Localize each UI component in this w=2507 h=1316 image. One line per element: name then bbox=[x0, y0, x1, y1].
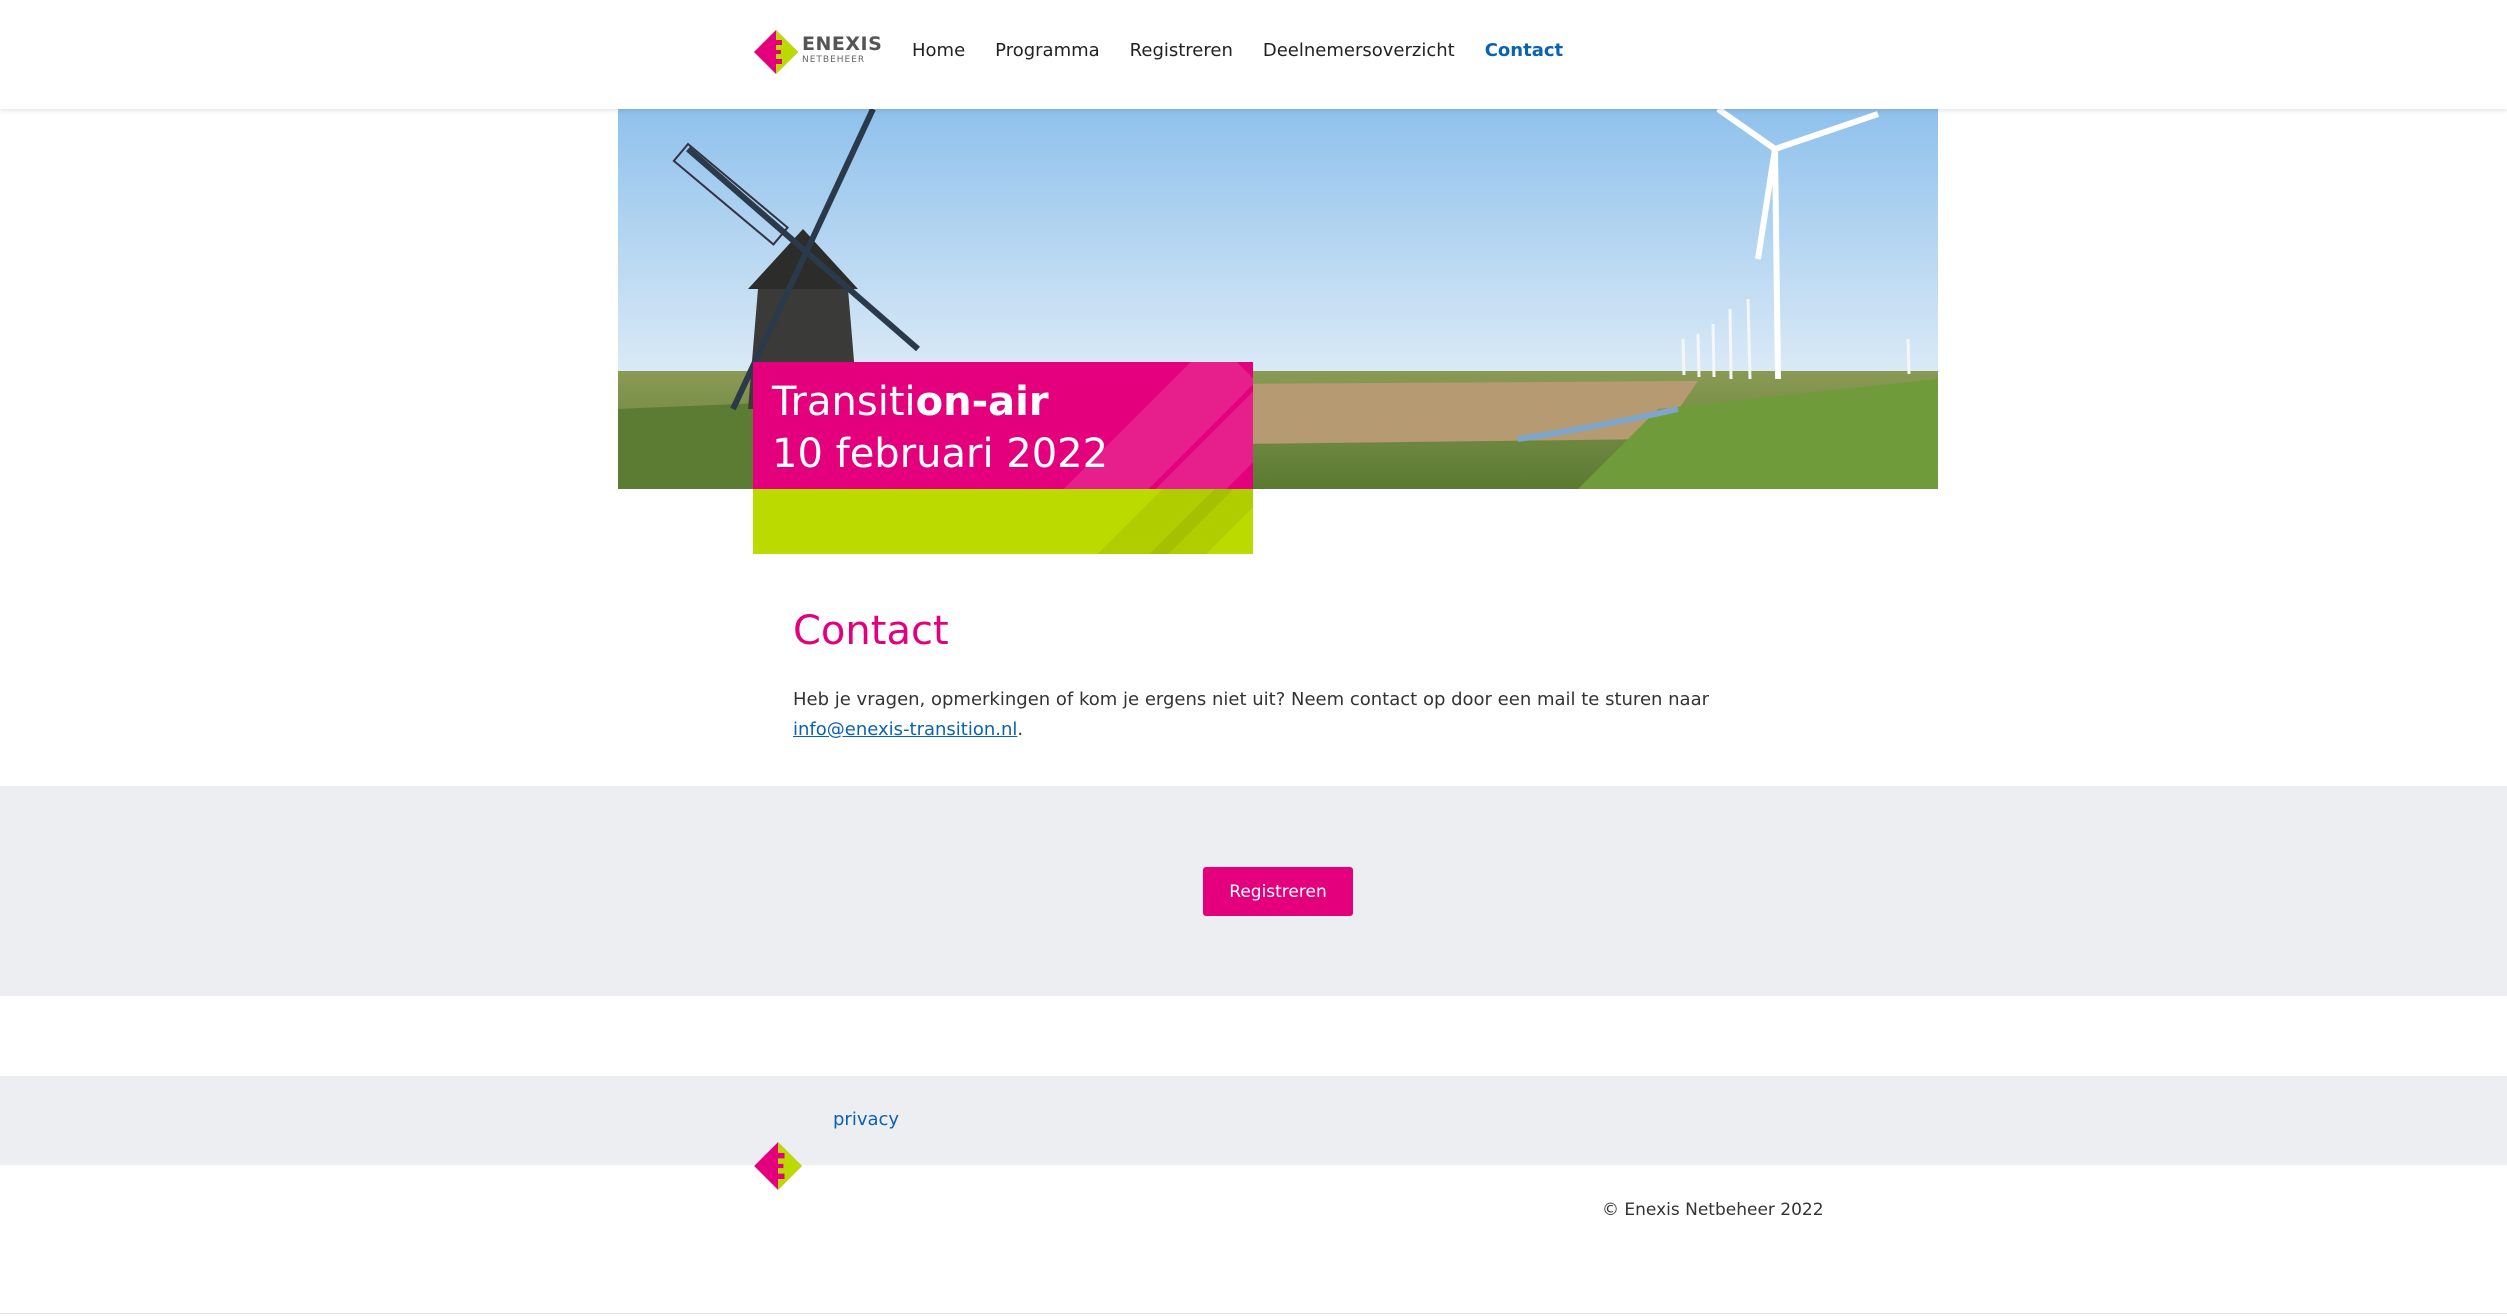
enexis-diamond-icon bbox=[754, 30, 798, 74]
contact-text: Heb je vragen, opmerkingen of kom je erg… bbox=[793, 689, 1710, 740]
bottom-divider bbox=[0, 1313, 2507, 1314]
page: ENEXIS NETBEHEER Home Programma Registre… bbox=[0, 0, 2507, 1316]
page-title: Contact bbox=[793, 608, 949, 654]
event-badge: Transition-air 10 februari 2022 bbox=[753, 362, 1253, 489]
event-date: 10 februari 2022 bbox=[772, 431, 1109, 477]
enexis-logo[interactable]: ENEXIS NETBEHEER bbox=[752, 28, 882, 78]
nav-deelnemersoverzicht[interactable]: Deelnemersoverzicht bbox=[1263, 40, 1455, 61]
logo-wordmark: ENEXIS bbox=[802, 33, 883, 55]
privacy-link[interactable]: privacy bbox=[833, 1109, 899, 1130]
contact-content: Contact Heb je vragen, opmerkingen of ko… bbox=[793, 608, 1753, 745]
nav-home[interactable]: Home bbox=[912, 40, 965, 61]
nav-programma[interactable]: Programma bbox=[995, 40, 1100, 61]
nav-registreren[interactable]: Registreren bbox=[1130, 40, 1233, 61]
footer-band bbox=[0, 1076, 2507, 1165]
nav-contact[interactable]: Contact bbox=[1485, 40, 1563, 61]
enexis-footer-logo-icon bbox=[754, 1142, 802, 1190]
logo-subtitle: NETBEHEER bbox=[802, 55, 866, 65]
register-button[interactable]: Registreren bbox=[1203, 867, 1353, 916]
site-header: ENEXIS NETBEHEER Home Programma Registre… bbox=[0, 0, 2507, 109]
event-title: Transition-air 10 februari 2022 bbox=[772, 379, 1109, 477]
event-badge-accent bbox=[753, 489, 1253, 554]
copyright: © Enexis Netbeheer 2022 bbox=[1602, 1200, 1824, 1220]
main-nav: Home Programma Registreren Deelnemersove… bbox=[912, 40, 1563, 61]
email-link[interactable]: info@enexis-transition.nl bbox=[793, 719, 1017, 740]
